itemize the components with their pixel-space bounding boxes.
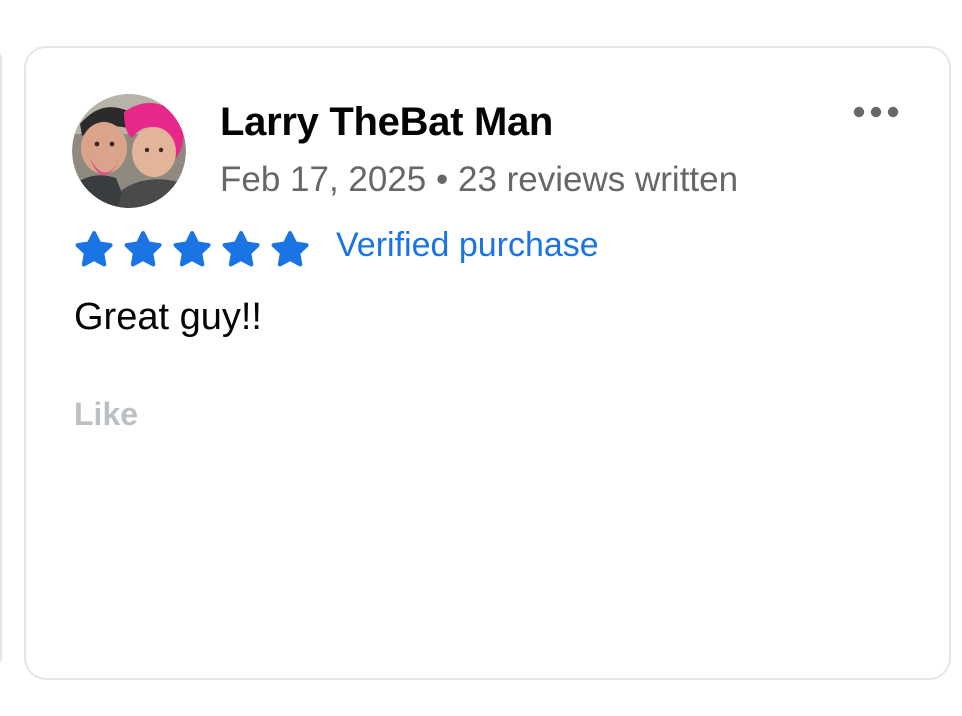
verified-purchase-link[interactable]: Verified purchase — [336, 226, 599, 265]
author-name[interactable]: Larry TheBat Man — [220, 100, 553, 145]
star-icon — [271, 231, 309, 267]
page: Larry TheBat Man Feb 17, 2025 • 23 revie… — [0, 0, 962, 716]
review-card: Larry TheBat Man Feb 17, 2025 • 23 revie… — [24, 46, 951, 680]
avatar[interactable] — [72, 94, 186, 208]
more-options-icon — [853, 106, 899, 118]
review-date[interactable]: Feb 17, 2025 — [220, 160, 426, 199]
star-icon — [222, 231, 260, 267]
star-icon — [75, 231, 113, 267]
previous-review-card-edge — [0, 48, 2, 668]
rating-row: Verified purchase — [72, 226, 599, 272]
review-text: Great guy!! — [74, 296, 262, 338]
review-meta: Feb 17, 2025 • 23 reviews written — [220, 160, 738, 200]
star-icon — [124, 231, 162, 267]
more-options-button[interactable] — [848, 94, 904, 130]
meta-separator: • — [426, 160, 458, 199]
star-rating — [72, 227, 312, 271]
like-button[interactable]: Like — [74, 396, 138, 433]
star-icon — [173, 231, 211, 267]
reviews-written-count[interactable]: 23 reviews written — [458, 160, 738, 199]
